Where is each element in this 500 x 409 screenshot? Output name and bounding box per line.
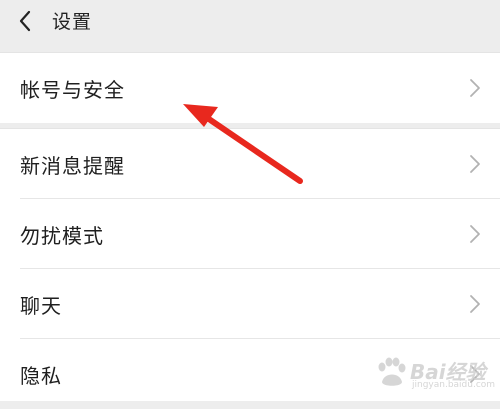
chevron-right-icon bbox=[470, 225, 480, 243]
paw-logo-icon bbox=[378, 357, 406, 386]
chevron-right-icon bbox=[470, 295, 480, 313]
menu-item-label: 隐私 bbox=[20, 363, 62, 388]
menu-item-chat[interactable]: 聊天 bbox=[0, 269, 500, 339]
menu-item-label: 新消息提醒 bbox=[20, 153, 125, 178]
menu-item-label: 聊天 bbox=[20, 293, 62, 318]
watermark-domain: jingyan.baidu.com bbox=[412, 380, 496, 390]
chevron-right-icon bbox=[470, 79, 480, 97]
page-title: 设置 bbox=[52, 11, 93, 33]
chevron-right-icon bbox=[470, 155, 480, 173]
account-section: 帐号与安全 bbox=[0, 52, 500, 123]
chevron-left-icon bbox=[19, 10, 31, 32]
menu-item-do-not-disturb[interactable]: 勿扰模式 bbox=[0, 199, 500, 269]
top-bar: 设置 bbox=[0, 0, 500, 44]
menu-item-label: 帐号与安全 bbox=[20, 77, 125, 102]
menu-item-account-security[interactable]: 帐号与安全 bbox=[0, 53, 500, 123]
watermark: Bai经验 jingyan.baidu.com bbox=[374, 354, 496, 394]
back-button[interactable] bbox=[10, 6, 40, 36]
menu-item-notifications[interactable]: 新消息提醒 bbox=[0, 129, 500, 199]
menu-item-label: 勿扰模式 bbox=[20, 223, 104, 248]
